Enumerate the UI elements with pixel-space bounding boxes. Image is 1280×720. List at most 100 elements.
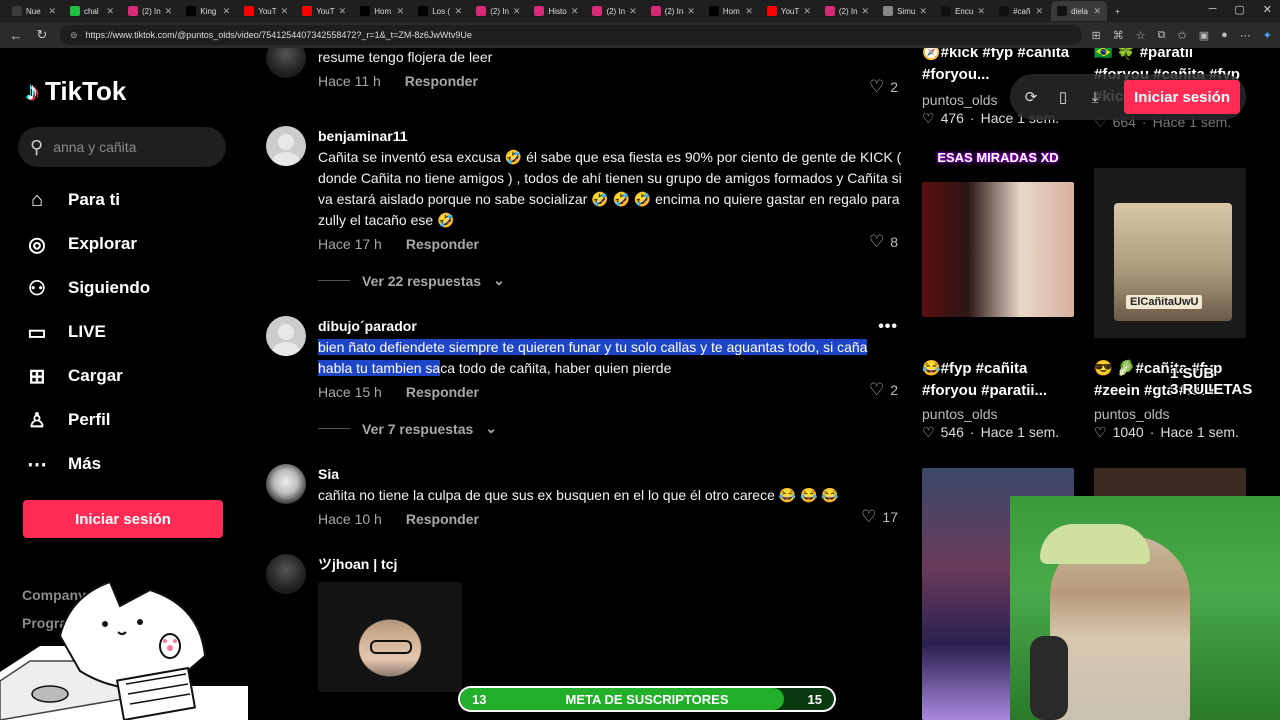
tab-close-icon[interactable]: ✕ [1036,6,1044,17]
browser-tab[interactable]: Nue ✕ [6,1,62,21]
browser-tab[interactable]: diela ✕ [1051,1,1108,21]
tab-close-icon[interactable]: ✕ [165,6,173,17]
close-window-icon[interactable]: ✕ [1263,3,1272,16]
tab-close-icon[interactable]: ✕ [687,6,695,17]
tiktok-logo[interactable]: ♪ TikTok [26,76,126,107]
reply-button[interactable]: Responder [406,511,479,527]
reply-button[interactable]: Responder [405,73,478,89]
tab-close-icon[interactable]: ✕ [281,6,289,17]
view-replies-button[interactable]: Ver 7 respuestas ⌄ [318,420,497,437]
browser-tab[interactable]: YouT ✕ [238,1,294,21]
sidebar-item-explorar[interactable]: ◎ Explorar [24,222,150,266]
commenter-avatar[interactable] [266,464,306,504]
browser-tab[interactable]: (2) In ✕ [819,1,875,21]
sidebar-item-para-ti[interactable]: ⌂ Para ti [24,178,150,222]
tab-close-icon[interactable]: ✕ [1094,6,1102,17]
commenter-username[interactable]: dibujo´parador [318,316,902,336]
video-author[interactable]: puntos_olds [922,406,1074,422]
commenter-avatar[interactable] [266,554,306,594]
reply-button[interactable]: Responder [406,236,479,252]
extensions-icon[interactable]: ⧉ [1158,29,1166,42]
tab-close-icon[interactable]: ✕ [223,6,231,17]
browser-tab[interactable]: Hom ✕ [354,1,410,21]
browser-tab[interactable]: YouT ✕ [296,1,352,21]
browser-tab[interactable]: YouT ✕ [761,1,817,21]
commenter-username[interactable]: Sia [318,464,902,484]
login-button-top[interactable]: Iniciar sesión [1124,80,1240,114]
url-field[interactable]: ⊜ https://www.tiktok.com/@puntos_olds/vi… [60,25,1082,45]
new-tab-icon[interactable]: + [1109,1,1129,21]
translate-icon[interactable]: ⌘ [1113,29,1124,42]
sidebar-item-siguiendo[interactable]: ⚇ Siguiendo [24,266,150,310]
site-info-icon[interactable]: ⊜ [70,30,78,41]
sidebar-item-perfil[interactable]: ♙ Perfil [24,398,150,442]
video-thumbnail[interactable]: ElCañitaUwU [1094,168,1246,338]
rotate-icon[interactable]: ⟳ [1022,88,1040,106]
tab-close-icon[interactable]: ✕ [745,6,753,17]
browser-tab[interactable]: Simu ✕ [877,1,933,21]
tab-close-icon[interactable]: ✕ [862,6,870,17]
tab-close-icon[interactable]: ✕ [629,6,637,17]
thumbnail-poster: ElCañitaUwU [1114,203,1232,321]
collections-icon[interactable]: ▣ [1199,29,1209,42]
favorites-icon[interactable]: ✩ [1178,29,1187,42]
browser-tab[interactable]: chal ✕ [64,1,120,21]
browser-menu-icon[interactable]: ⋯ [1240,29,1251,42]
bookmark-star-icon[interactable]: ☆ [1136,29,1146,42]
tab-close-icon[interactable]: ✕ [920,6,928,17]
profile-avatar-icon[interactable]: ● [1221,29,1228,42]
comment-image[interactable] [318,582,462,692]
sidebar-item-cargar[interactable]: ⊞ Cargar [24,354,150,398]
tab-close-icon[interactable]: ✕ [397,6,405,17]
sidebar-item-mas[interactable]: ⋯ Más [24,442,150,486]
browser-tab[interactable]: (2) In ✕ [122,1,178,21]
tab-close-icon[interactable]: ✕ [978,6,986,17]
login-button[interactable]: Iniciar sesión [23,500,223,538]
comment-like[interactable]: ♡ 8 [869,232,898,252]
browser-tab[interactable]: Hom ✕ [703,1,759,21]
search-box[interactable]: ⚲ [18,127,226,167]
video-card[interactable]: 😂#fyp #cañita #foryou #paratii... puntos… [922,358,1074,441]
view-replies-button[interactable]: Ver 22 respuestas ⌄ [318,272,505,289]
browser-tab[interactable]: (2) In ✕ [645,1,701,21]
tab-close-icon[interactable]: ✕ [513,6,521,17]
commenter-avatar[interactable] [266,316,306,356]
browser-tab[interactable]: #cañ ✕ [993,1,1049,21]
browser-tab[interactable]: Histo ✕ [528,1,584,21]
browser-tab[interactable]: (2) In ✕ [470,1,526,21]
stream-text-line1: 1 SUB [1170,365,1215,382]
tab-close-icon[interactable]: ✕ [571,6,579,17]
back-icon[interactable]: ← [8,28,24,43]
browser-tab[interactable]: Los (✕ [412,1,468,21]
comment-like[interactable]: ♡ 2 [869,380,898,400]
download-icon[interactable]: ⤓ [1086,89,1104,106]
tab-close-icon[interactable]: ✕ [455,6,463,17]
commenter-username[interactable]: benjaminar11 [318,126,902,146]
copilot-icon[interactable]: ✦ [1263,29,1272,42]
install-app-icon[interactable]: ⊞ [1092,29,1101,42]
reply-button[interactable]: Responder [406,384,479,400]
commenter-username[interactable]: ツjhoan | tcj [318,554,902,574]
comment-text: resume tengo flojera de leer [318,49,493,65]
tab-close-icon[interactable]: ✕ [803,6,811,17]
search-input[interactable] [53,139,204,155]
browser-tab[interactable]: Encu ✕ [935,1,991,21]
commenter-avatar[interactable] [266,126,306,166]
browser-tab[interactable]: (2) In ✕ [586,1,642,21]
minimize-icon[interactable]: ─ [1209,3,1217,16]
comment-like[interactable]: ♡ 17 [861,507,898,527]
tab-close-icon[interactable]: ✕ [106,6,114,17]
tab-close-icon[interactable]: ✕ [339,6,347,17]
more-options-icon[interactable]: ••• [878,318,898,336]
comment-text-rest: ca todo de cañita, haber quien pierde [440,360,672,376]
maximize-icon[interactable]: ▢ [1234,3,1244,16]
commenter-avatar[interactable] [266,48,306,78]
sidebar-item-live[interactable]: ▭ LIVE [24,310,150,354]
reload-icon[interactable]: ↻ [34,27,50,43]
video-author[interactable]: puntos_olds [1094,406,1246,422]
tab-close-icon[interactable]: ✕ [48,6,56,17]
device-icon[interactable]: ▯ [1054,88,1072,106]
comment-like[interactable]: ♡ 2 [869,77,898,97]
browser-tab[interactable]: King ✕ [180,1,236,21]
video-thumbnail[interactable] [922,182,1074,317]
